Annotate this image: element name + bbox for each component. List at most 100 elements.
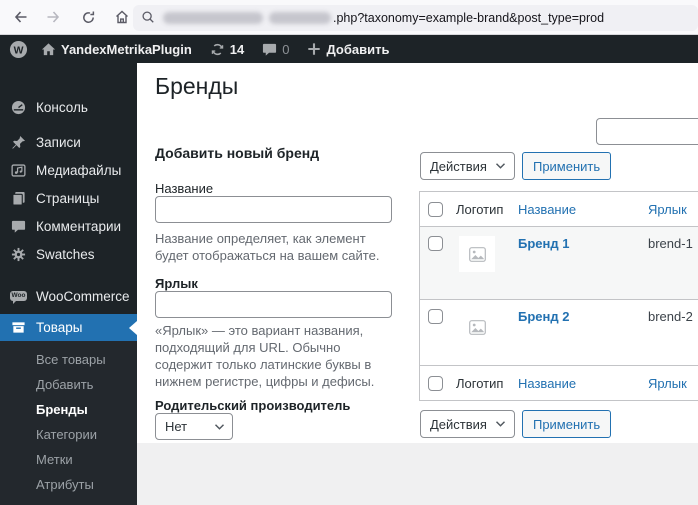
main-content: Бренды Добавить новый бренд Название Наз… xyxy=(137,63,698,443)
slug-label: Ярлык xyxy=(155,276,198,291)
sidebar-item-label: Медиафайлы xyxy=(36,163,121,178)
sidebar-item-label: Записи xyxy=(36,135,81,150)
dashboard-icon xyxy=(10,100,27,115)
select-all-checkbox[interactable] xyxy=(428,202,443,217)
bulk-action-select[interactable]: Действия xyxy=(420,410,515,438)
slug-input[interactable] xyxy=(155,291,392,318)
sidebar-item-label: Консоль xyxy=(36,100,88,115)
column-header-logo: Логотип xyxy=(456,376,518,391)
comments-link[interactable]: 0 xyxy=(253,35,298,63)
media-icon xyxy=(10,163,27,178)
parent-brand-value: Нет xyxy=(165,419,187,434)
home-icon xyxy=(41,42,56,57)
sidebar-item-label: Товары xyxy=(36,320,82,335)
sidebar-item-dashboard[interactable]: Консоль xyxy=(0,93,137,121)
name-help-text: Название определяет, как элемент будет о… xyxy=(155,230,395,264)
gear-icon xyxy=(10,247,27,262)
search-brands-input[interactable] xyxy=(596,118,698,145)
brand-name-link[interactable]: Бренд 1 xyxy=(518,236,648,251)
search-icon xyxy=(141,10,155,27)
wp-admin-bar: W YandexMetrikaPlugin 14 0 Добавить xyxy=(0,35,698,63)
sidebar-item-comments[interactable]: Комментарии xyxy=(0,212,137,240)
products-submenu: Все товары Добавить Бренды Категории Мет… xyxy=(0,341,137,505)
slug-help-text: «Ярлык» — это вариант названия, подходящ… xyxy=(155,322,395,390)
table-row: Бренд 1 brend-1 xyxy=(420,227,698,300)
bulk-action-select[interactable]: Действия xyxy=(420,152,515,180)
browser-toolbar: .php?taxonomy=example-brand&post_type=pr… xyxy=(0,0,698,35)
updates-link[interactable]: 14 xyxy=(201,35,253,63)
bulk-actions-bottom: Действия Применить xyxy=(420,410,611,438)
woocommerce-icon: Woo xyxy=(10,291,27,302)
address-bar[interactable]: .php?taxonomy=example-brand&post_type=pr… xyxy=(133,5,698,31)
add-new-link[interactable]: Добавить xyxy=(298,35,398,63)
sidebar-item-swatches[interactable]: Swatches xyxy=(0,240,137,268)
updates-count: 14 xyxy=(230,42,244,57)
page-title: Бренды xyxy=(155,72,238,102)
brand-slug: brend-2 xyxy=(648,309,698,324)
sidebar-item-posts[interactable]: Записи xyxy=(0,128,137,156)
column-header-name[interactable]: Название xyxy=(518,202,648,217)
reload-icon[interactable] xyxy=(74,4,102,30)
parent-brand-select[interactable]: Нет xyxy=(155,413,233,440)
comment-icon xyxy=(262,42,277,57)
sidebar-item-media[interactable]: Медиафайлы xyxy=(0,156,137,184)
site-name-link[interactable]: YandexMetrikaPlugin xyxy=(37,35,201,63)
apply-button[interactable]: Применить xyxy=(522,410,611,438)
column-header-slug[interactable]: Ярлык xyxy=(648,376,698,391)
home-icon[interactable] xyxy=(108,4,136,30)
bulk-action-value: Действия xyxy=(430,417,487,432)
submenu-item-tags[interactable]: Метки xyxy=(0,447,137,472)
bulk-action-value: Действия xyxy=(430,159,487,174)
page-footer-area xyxy=(137,443,698,505)
chevron-down-icon xyxy=(214,423,225,431)
url-redacted-segment xyxy=(163,12,263,24)
admin-sidebar: Консоль Записи Медиафайлы Страницы Комме… xyxy=(0,63,137,505)
form-heading: Добавить новый бренд xyxy=(155,145,392,161)
brand-logo-thumbnail xyxy=(459,309,495,345)
updates-icon xyxy=(210,42,225,57)
forward-icon[interactable] xyxy=(40,4,68,30)
svg-text:W: W xyxy=(14,45,24,56)
table-header-row: Логотип Название Ярлык xyxy=(420,192,698,227)
sidebar-item-pages[interactable]: Страницы xyxy=(0,184,137,212)
chevron-down-icon xyxy=(495,420,506,428)
sidebar-item-label: WooCommerce xyxy=(36,289,130,304)
column-header-name[interactable]: Название xyxy=(518,376,648,391)
add-new-label: Добавить xyxy=(326,42,389,57)
sidebar-item-products[interactable]: Товары xyxy=(0,314,137,341)
add-brand-form: Добавить новый бренд Название Название о… xyxy=(155,145,392,161)
pages-icon xyxy=(10,191,27,206)
sidebar-item-woocommerce[interactable]: Woo WooCommerce xyxy=(0,282,137,310)
select-row-checkbox[interactable] xyxy=(428,236,443,251)
comments-count: 0 xyxy=(282,42,289,57)
parent-brand-label: Родительский производитель xyxy=(155,398,350,413)
comment-icon xyxy=(10,219,27,234)
submenu-item-attributes[interactable]: Атрибуты xyxy=(0,472,137,497)
url-text: .php?taxonomy=example-brand&post_type=pr… xyxy=(333,11,604,25)
brand-name-link[interactable]: Бренд 2 xyxy=(518,309,648,324)
column-header-logo: Логотип xyxy=(456,202,518,217)
name-label: Название xyxy=(155,181,213,196)
brand-slug: brend-1 xyxy=(648,236,698,251)
sidebar-item-label: Комментарии xyxy=(36,219,121,234)
submenu-item-brands[interactable]: Бренды xyxy=(0,397,137,422)
submenu-item-categories[interactable]: Категории xyxy=(0,422,137,447)
table-row: Бренд 2 brend-2 xyxy=(420,300,698,365)
column-header-slug[interactable]: Ярлык xyxy=(648,202,698,217)
select-all-checkbox[interactable] xyxy=(428,376,443,391)
chevron-down-icon xyxy=(495,162,506,170)
sidebar-item-label: Swatches xyxy=(36,247,95,262)
back-icon[interactable] xyxy=(6,4,34,30)
submenu-item-add-new[interactable]: Добавить xyxy=(0,372,137,397)
submenu-item-all-products[interactable]: Все товары xyxy=(0,347,137,372)
products-box-icon xyxy=(10,320,27,335)
select-row-checkbox[interactable] xyxy=(428,309,443,324)
wordpress-logo-icon[interactable]: W xyxy=(0,35,37,63)
name-input[interactable] xyxy=(155,196,392,223)
url-redacted-segment xyxy=(269,12,331,24)
brands-table: Логотип Название Ярлык Бренд 1 brend-1 Б… xyxy=(419,191,698,401)
table-footer-row: Логотип Название Ярлык xyxy=(420,365,698,400)
sidebar-item-label: Страницы xyxy=(36,191,99,206)
plus-icon xyxy=(307,42,321,56)
apply-button[interactable]: Применить xyxy=(522,152,611,180)
